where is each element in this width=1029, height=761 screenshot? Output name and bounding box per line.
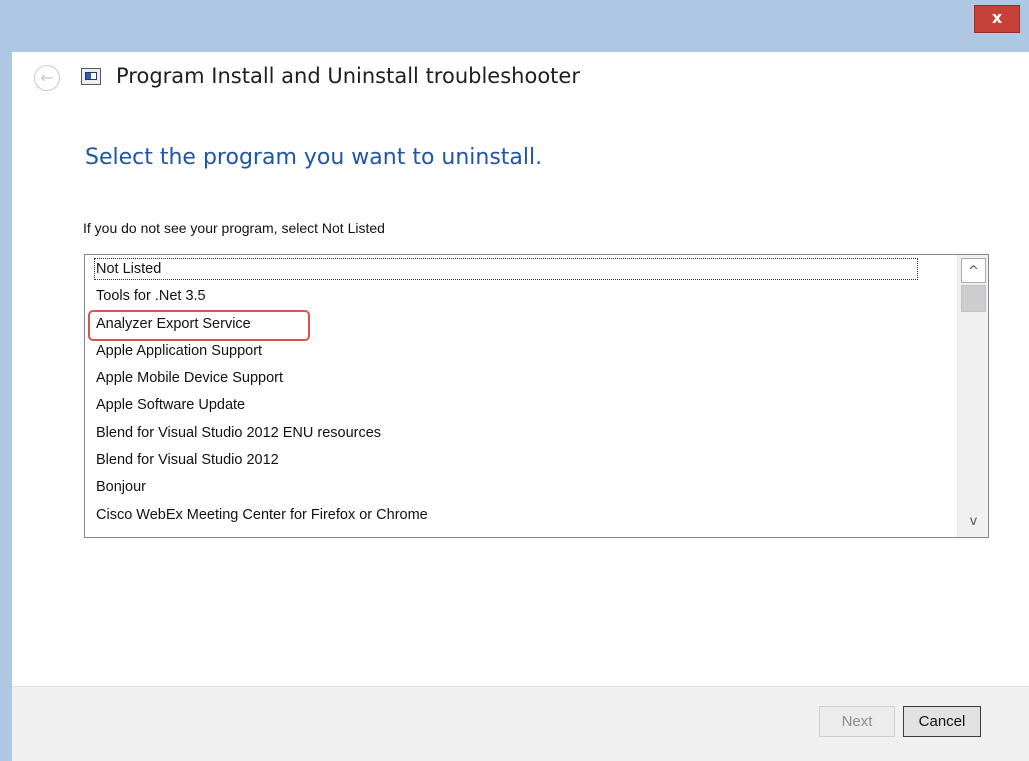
- next-button[interactable]: Next: [819, 706, 895, 737]
- back-arrow-icon: ←: [40, 68, 54, 87]
- close-button[interactable]: x: [974, 5, 1020, 33]
- list-item-apple-mobile-device-support[interactable]: Apple Mobile Device Support: [85, 365, 951, 392]
- instruction-text: If you do not see your program, select N…: [83, 220, 385, 236]
- cancel-button[interactable]: Cancel: [903, 706, 981, 737]
- program-list-items: Not Listed Tools for .Net 3.5 Analyzer E…: [85, 256, 951, 529]
- list-item-tools-net[interactable]: Tools for .Net 3.5: [85, 283, 951, 310]
- button-bar: Next Cancel: [12, 686, 1029, 761]
- back-button[interactable]: ←: [34, 65, 60, 91]
- scroll-thumb[interactable]: [961, 285, 986, 312]
- list-item-not-listed[interactable]: Not Listed: [85, 256, 951, 283]
- list-item-blend-enu-resources[interactable]: Blend for Visual Studio 2012 ENU resourc…: [85, 420, 951, 447]
- list-item-apple-application-support[interactable]: Apple Application Support: [85, 338, 951, 365]
- close-icon: x: [991, 8, 1003, 27]
- program-list[interactable]: Not Listed Tools for .Net 3.5 Analyzer E…: [84, 254, 989, 538]
- list-item-cisco-webex[interactable]: Cisco WebEx Meeting Center for Firefox o…: [85, 502, 951, 529]
- chevron-down-icon: v: [969, 514, 978, 529]
- list-item-bonjour[interactable]: Bonjour: [85, 474, 951, 501]
- troubleshooter-window: x ← Program Install and Uninstall troubl…: [0, 0, 1029, 761]
- navigation-bar: ← Program Install and Uninstall troubles…: [12, 52, 1029, 106]
- vertical-scrollbar[interactable]: ^ v: [957, 255, 988, 537]
- app-icon-screen: [85, 72, 97, 80]
- window-title: Program Install and Uninstall troublesho…: [116, 64, 580, 88]
- content-area: Select the program you want to uninstall…: [12, 106, 1029, 686]
- scroll-up-button[interactable]: ^: [961, 258, 986, 283]
- chevron-up-icon: ^: [968, 264, 979, 279]
- list-item-blend-vs-2012[interactable]: Blend for Visual Studio 2012: [85, 447, 951, 474]
- troubleshooter-app-icon: [81, 68, 101, 85]
- list-item-apple-software-update[interactable]: Apple Software Update: [85, 392, 951, 419]
- page-heading: Select the program you want to uninstall…: [85, 145, 543, 170]
- scroll-down-button[interactable]: v: [961, 509, 986, 534]
- highlight-annotation: [88, 310, 310, 341]
- title-bar: x: [0, 0, 1029, 52]
